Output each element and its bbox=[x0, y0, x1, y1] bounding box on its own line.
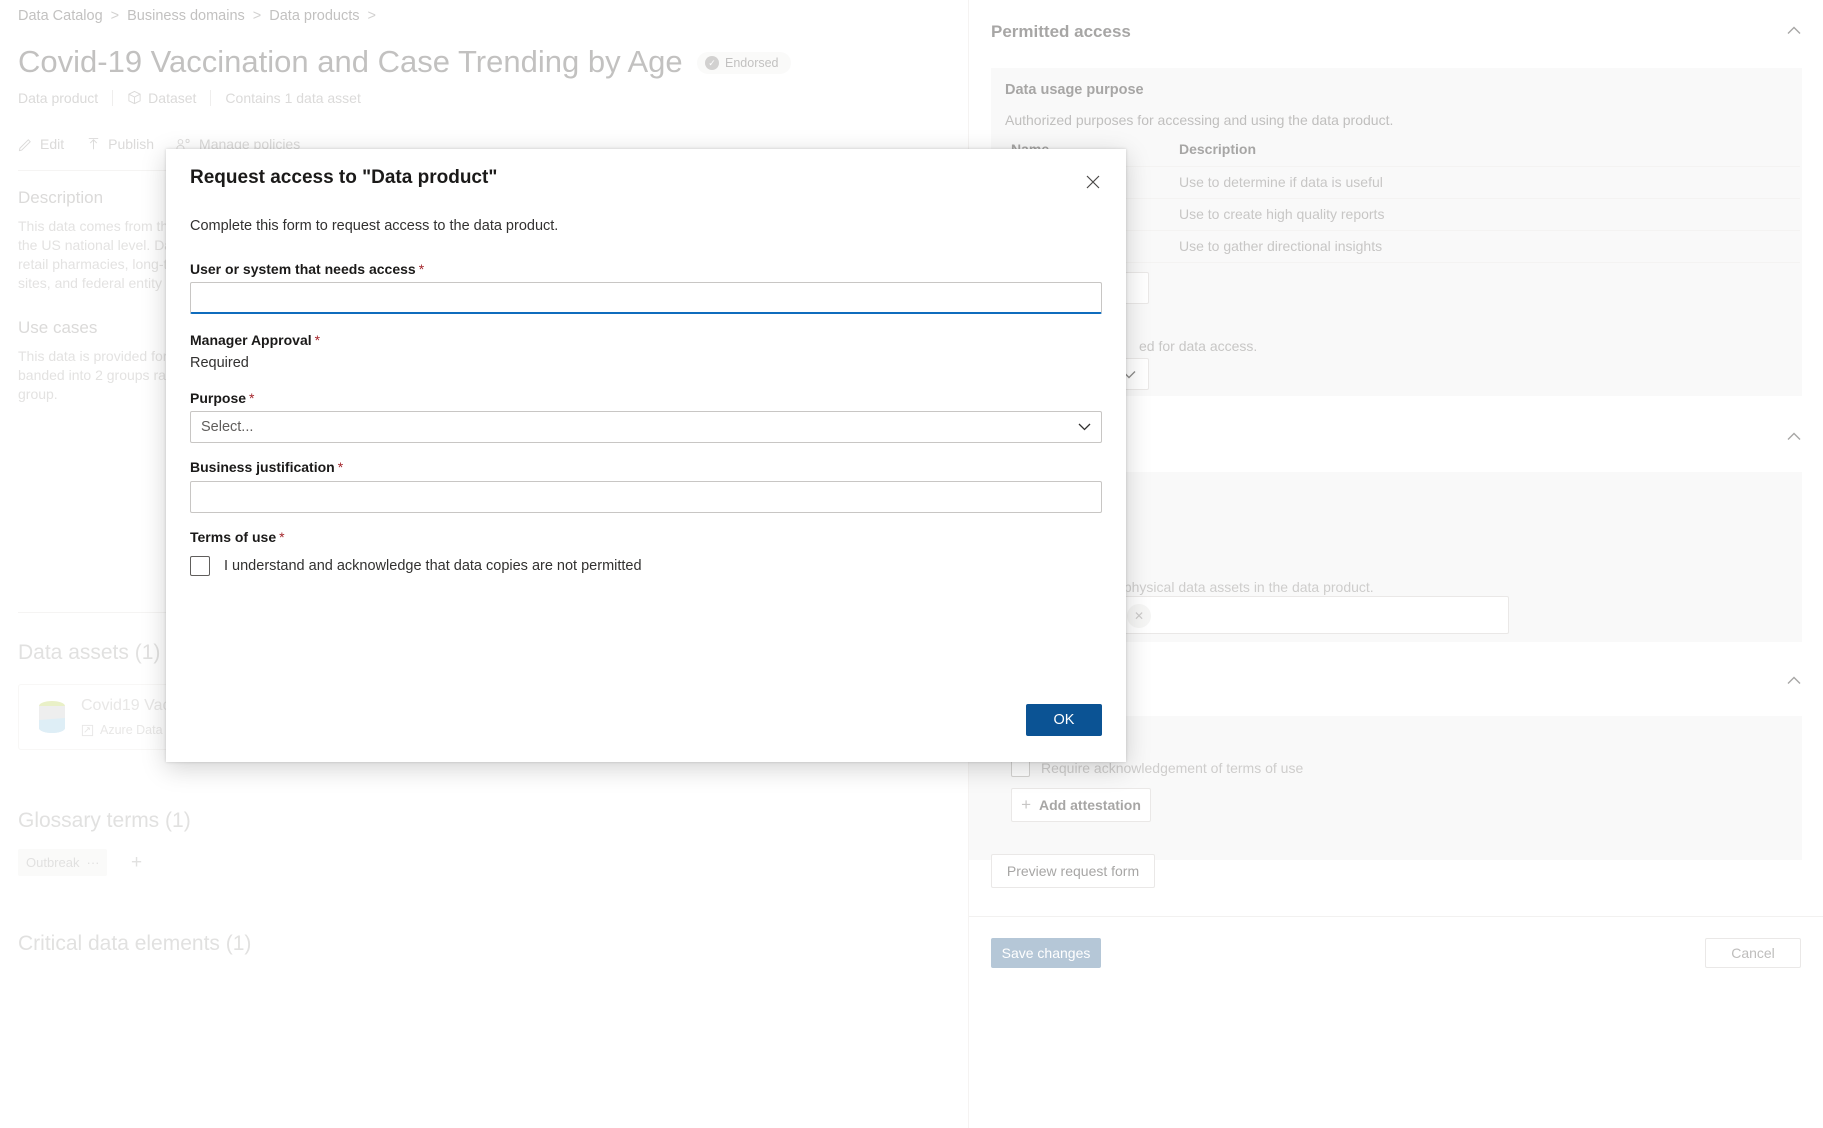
access-note: ed for data access. bbox=[1139, 338, 1258, 354]
glossary-terms-heading: Glossary terms (1) bbox=[18, 809, 191, 832]
check-icon: ✓ bbox=[705, 56, 719, 70]
divider bbox=[969, 916, 1823, 917]
usage-purpose-description: Authorized purposes for accessing and us… bbox=[1005, 112, 1394, 128]
dialog-subtitle: Complete this form to request access to … bbox=[190, 218, 559, 234]
purpose-label: Purpose * bbox=[190, 390, 255, 406]
required-asterisk: * bbox=[314, 332, 321, 348]
chevron-up-icon[interactable] bbox=[1787, 676, 1801, 685]
asset-name: Covid19 Vacc bbox=[81, 697, 179, 714]
terms-of-use-checkbox-row[interactable]: I understand and acknowledge that data c… bbox=[190, 556, 642, 576]
purpose-select[interactable]: Select... bbox=[190, 411, 1102, 443]
upload-icon bbox=[88, 137, 99, 149]
chevron-up-icon[interactable] bbox=[1787, 432, 1801, 441]
manager-approval-value: Required bbox=[190, 355, 249, 371]
usecases-heading: Use cases bbox=[18, 318, 98, 337]
table-row: Use to gather directional insights bbox=[1179, 238, 1383, 254]
purpose-select-value: Select... bbox=[201, 419, 254, 435]
page-subline: Data product Dataset Contains 1 data ass… bbox=[18, 90, 375, 106]
status-badge: ✓ Endorsed bbox=[697, 52, 791, 74]
add-attestation-button[interactable]: + Add attestation bbox=[1011, 788, 1151, 822]
edit-button[interactable]: Edit bbox=[18, 136, 64, 152]
required-asterisk: * bbox=[418, 261, 425, 277]
cancel-button[interactable]: Cancel bbox=[1705, 938, 1801, 968]
user-or-system-input[interactable] bbox=[190, 282, 1102, 314]
subline-assets-count: Contains 1 data asset bbox=[225, 90, 361, 106]
column-header-description: Description bbox=[1179, 141, 1257, 157]
business-justification-label: Business justification * bbox=[190, 459, 344, 475]
publish-button[interactable]: Publish bbox=[86, 136, 154, 152]
usage-purpose-heading: Data usage purpose bbox=[1005, 82, 1144, 98]
package-icon bbox=[128, 90, 141, 105]
save-changes-button[interactable]: Save changes bbox=[991, 938, 1101, 968]
plus-icon: + bbox=[1021, 795, 1032, 814]
glossary-term-chip[interactable]: Outbreak ··· bbox=[18, 849, 108, 876]
breadcrumb-item-data-catalog[interactable]: Data Catalog bbox=[18, 8, 103, 24]
page-title: Covid-19 Vaccination and Case Trending b… bbox=[18, 44, 683, 79]
terms-of-use-checkbox[interactable] bbox=[190, 556, 210, 576]
subline-dataset: Dataset bbox=[113, 90, 210, 106]
close-icon[interactable]: ✕ bbox=[1127, 604, 1151, 628]
manager-approval-label: Manager Approval * bbox=[190, 332, 321, 348]
chevron-down-icon bbox=[1078, 423, 1091, 431]
pencil-icon bbox=[18, 138, 31, 151]
critical-data-elements-heading: Critical data elements (1) bbox=[18, 932, 252, 955]
ok-button[interactable]: OK bbox=[1026, 704, 1102, 736]
panel-section-title: Permitted access bbox=[991, 22, 1131, 41]
glossary-term-label: Outbreak bbox=[26, 855, 80, 870]
breadcrumb-item-data-products[interactable]: Data products bbox=[269, 8, 359, 24]
close-icon[interactable] bbox=[1076, 165, 1110, 199]
breadcrumb-separator: > bbox=[252, 8, 262, 24]
adls-icon bbox=[81, 724, 94, 736]
request-access-dialog: Request access to "Data product" Complet… bbox=[166, 149, 1126, 762]
terms-of-use-checkbox-label: I understand and acknowledge that data c… bbox=[224, 558, 642, 574]
require-ack-label: Require acknowledgement of terms of use bbox=[1041, 760, 1304, 776]
breadcrumb-separator: > bbox=[367, 8, 376, 24]
overflow-icon[interactable]: ··· bbox=[86, 855, 99, 870]
database-icon bbox=[39, 701, 65, 733]
description-heading: Description bbox=[18, 188, 104, 207]
status-badge-label: Endorsed bbox=[725, 56, 779, 70]
required-asterisk: * bbox=[337, 459, 344, 475]
dialog-title: Request access to "Data product" bbox=[190, 167, 498, 188]
business-justification-input[interactable] bbox=[190, 481, 1102, 513]
chevron-up-icon[interactable] bbox=[1787, 26, 1801, 35]
subline-type: Data product bbox=[18, 90, 99, 106]
breadcrumb-item-business-domains[interactable]: Business domains bbox=[127, 8, 245, 24]
breadcrumb: Data Catalog > Business domains > Data produ… bbox=[18, 8, 384, 24]
breadcrumb-separator: > bbox=[110, 8, 120, 24]
terms-of-use-label: Terms of use * bbox=[190, 529, 285, 545]
preview-request-form-button[interactable]: Preview request form bbox=[991, 854, 1155, 888]
add-glossary-term-button[interactable]: + bbox=[131, 852, 142, 874]
table-row: Use to create high quality reports bbox=[1179, 206, 1385, 222]
required-asterisk: * bbox=[249, 390, 255, 406]
user-field-label: User or system that needs access * bbox=[190, 261, 425, 277]
required-asterisk: * bbox=[279, 529, 285, 545]
data-assets-heading: Data assets (1) bbox=[18, 641, 161, 664]
table-row: Use to determine if data is useful bbox=[1179, 174, 1383, 190]
